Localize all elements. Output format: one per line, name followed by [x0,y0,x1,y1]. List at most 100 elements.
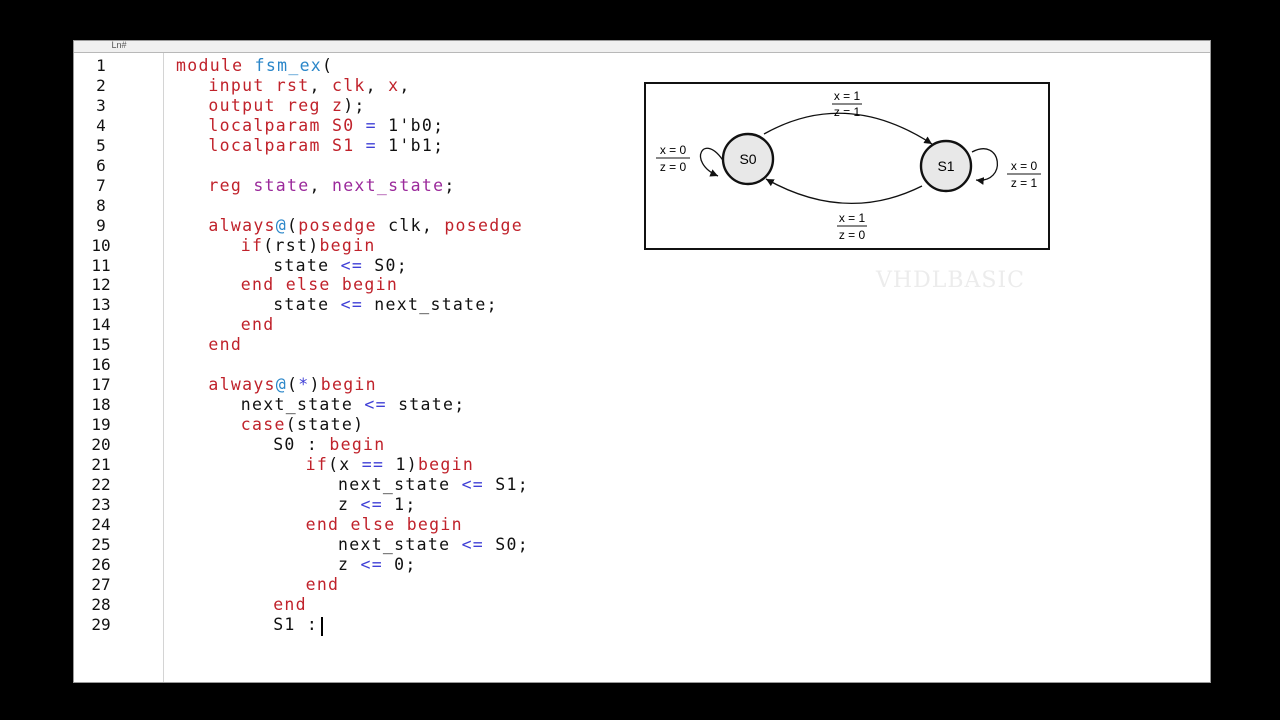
code-line[interactable]: if(rst)begin [176,236,376,256]
code-line[interactable]: state <= next_state; [176,295,498,315]
code-token: clk, [376,215,445,235]
code-token: if [305,455,329,474]
line-number: 28 [91,594,111,614]
line-number: 23 [91,494,111,514]
code-token: begin [319,235,376,255]
code-line[interactable]: always@(*)begin [176,375,377,395]
code-line[interactable]: case(state) [176,415,364,435]
code-token: end [240,275,275,295]
code-token: always [208,215,276,235]
code-token: next_state [331,175,445,195]
code-token: rst [275,75,310,95]
code-line[interactable]: end [176,575,339,595]
code-token: <= [364,395,387,415]
right-input-label: x = 0 [1011,159,1038,173]
code-line[interactable]: S0 : begin [176,435,386,455]
line-number: 24 [91,514,111,534]
line-number: 27 [91,574,111,594]
line-number: 15 [91,335,111,355]
code-token: , [309,75,332,95]
code-line[interactable]: next_state <= S0; [176,535,529,555]
state-s0-label: S0 [739,151,756,167]
fsm-state-diagram: S0 S1 x = 1 z = 1 x = 1 z = 0 x = 0 z = … [644,82,1050,250]
code-token: <= [360,494,383,514]
code-token: begin [320,375,377,395]
line-number: 13 [91,295,111,315]
code-token: == [361,455,385,474]
code-token: , [309,175,332,195]
code-token: posedge [444,215,523,235]
line-number: 11 [91,255,111,275]
code-token: (x [328,455,362,474]
line-number-gutter: 1 2 3 4 5 6 7 8 9 10 11 12 13 14 15 16 17 18 19 20 21 22 23 24 2… [74,53,164,682]
left-input-label: x = 0 [660,143,687,157]
code-line[interactable]: localparam S0 = 1'b0; [176,116,444,136]
code-token: , [399,75,411,95]
code-token: ( [287,375,299,395]
code-token: S0; [363,255,408,275]
code-line[interactable]: always@(posedge clk, posedge [176,216,523,236]
line-number: 6 [96,155,106,175]
line-number: 18 [91,395,111,415]
code-line[interactable]: z <= 0; [176,555,417,575]
code-token: case [240,415,286,435]
line-number: 22 [91,474,111,494]
line-number: 4 [96,115,106,135]
code-token: S1 [331,135,355,155]
code-token: 1'b0; [376,115,445,135]
line-number: 12 [91,275,111,295]
state-s1-label: S1 [937,158,954,174]
code-line[interactable]: S1 : [176,615,318,635]
code-line[interactable]: end [176,595,307,615]
code-line[interactable]: state <= S0; [176,256,408,276]
line-number: 1 [96,56,106,75]
code-line[interactable]: if(x == 1)begin [176,455,474,475]
line-number: 7 [96,175,106,195]
line-number-header: Ln# [111,40,127,50]
code-token: next_state [240,395,365,415]
code-token: * [298,375,310,395]
line-number: 21 [91,455,111,474]
code-line[interactable]: end [176,335,242,355]
code-token: S1; [484,474,529,494]
code-line[interactable]: end [176,315,275,335]
code-token: localparam [208,115,321,135]
code-token: ); [343,95,366,115]
code-line[interactable]: reg state, next_state; [176,176,456,196]
code-token: input [208,75,265,95]
line-number: 20 [91,435,111,455]
state-diagram-svg: S0 S1 x = 1 z = 1 x = 1 z = 0 x = 0 z = … [656,89,1041,242]
code-line[interactable]: next_state <= S1; [176,475,529,495]
code-line[interactable]: output reg z); [176,96,366,116]
code-token: module [176,56,244,75]
code-token: (rst) [263,235,320,255]
code-token: ( [322,56,334,75]
code-token: fsm_ex [254,56,323,75]
bottom-input-label: x = 1 [839,211,866,225]
code-token: @ [275,215,288,235]
code-token: next_state [338,534,462,554]
code-line[interactable]: module fsm_ex( [176,56,333,76]
code-token: begin [417,455,475,474]
code-token: S0 [331,115,355,135]
code-token: x [388,75,400,95]
code-line[interactable]: z <= 1; [176,495,417,515]
code-line[interactable]: next_state <= state; [176,395,465,415]
code-token: <= [340,295,364,315]
code-token: always [208,375,276,395]
code-line[interactable]: end else begin [176,515,463,535]
code-token: ; [444,175,456,195]
line-number: 14 [91,315,111,335]
code-token: @ [275,375,288,395]
code-line[interactable]: end else begin [176,275,398,295]
code-line[interactable]: input rst, clk, x, [176,76,411,96]
code-line[interactable]: localparam S1 = 1'b1; [176,136,444,156]
bottom-output-label: z = 0 [839,228,866,242]
line-number: 9 [96,215,106,235]
self-loop-s1 [971,148,999,185]
